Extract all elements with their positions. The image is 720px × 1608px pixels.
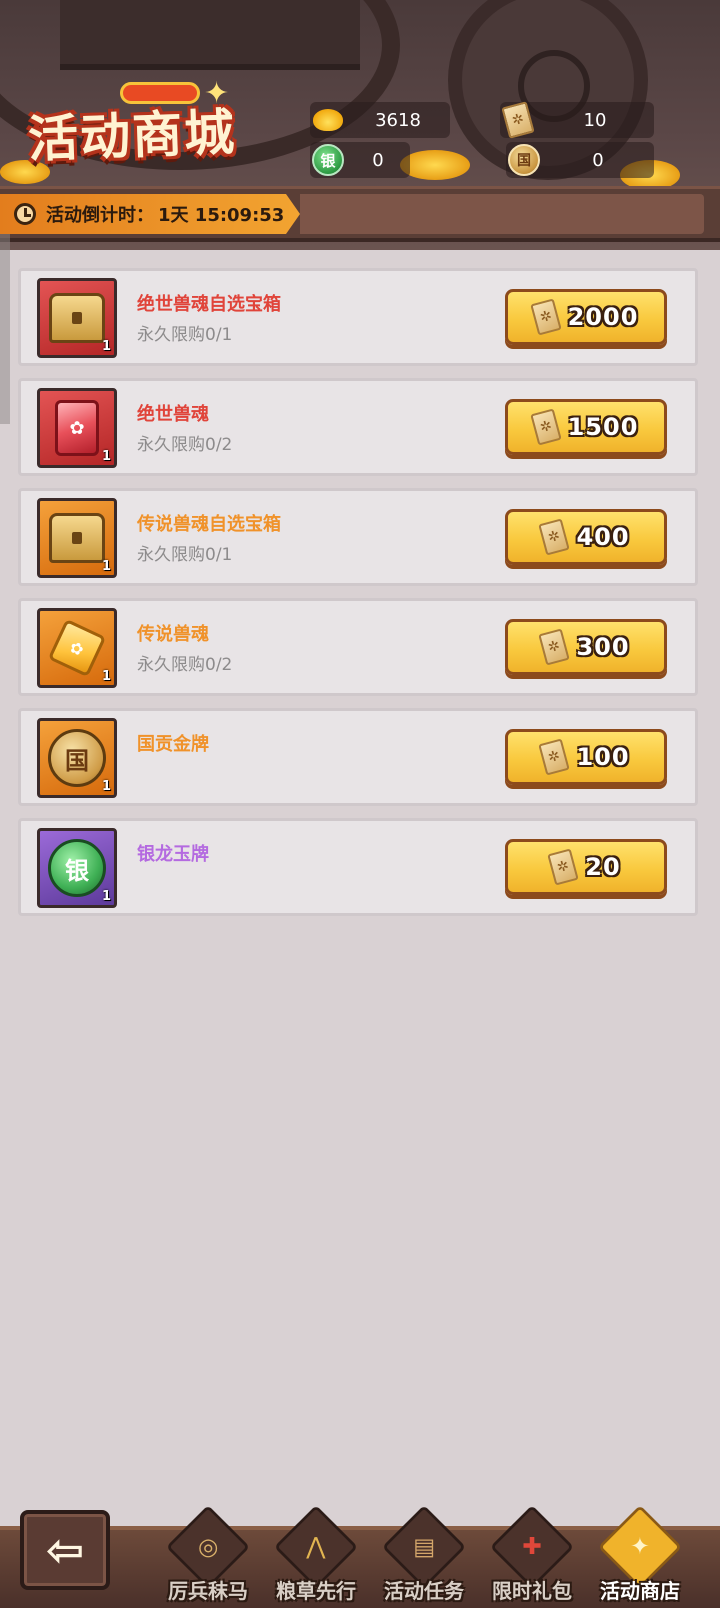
activity-ticket-icon: ✲ <box>538 628 571 666</box>
activity-ticket-icon: ✲ <box>529 408 562 446</box>
buy-button[interactable]: ✲ 20 <box>505 839 667 895</box>
item-purchase-limit: 永久限购0/2 <box>137 435 233 455</box>
item-quantity: 1 <box>101 889 111 904</box>
item-quantity: 1 <box>101 669 111 684</box>
tab-label: 活动任务 <box>384 1579 464 1603</box>
item-quantity: 1 <box>101 339 111 354</box>
shop-item: 银 1 银龙玉牌 ✲ 20 <box>18 818 698 916</box>
item-icon-frame[interactable]: 1 <box>37 498 117 578</box>
item-icon-frame[interactable]: 国 1 <box>37 718 117 798</box>
currency-silver-dragon-medal: 银 0 <box>310 142 410 178</box>
countdown-label: 活动倒计时： <box>46 205 154 226</box>
currency-value: 10 <box>583 109 607 131</box>
tab-activity-tasks[interactable]: ▤ 活动任务 <box>370 1504 478 1608</box>
silver-dragon-medal-icon: 银 <box>310 142 346 178</box>
buy-button[interactable]: ✲ 100 <box>505 729 667 785</box>
clock-icon <box>14 203 36 225</box>
tab-label: 限时礼包 <box>492 1579 572 1603</box>
gold-ingot-icon <box>310 102 346 138</box>
back-arrow-icon: ⇦ <box>45 1523 85 1577</box>
tab-activity-shop[interactable]: ✦ 活动商店 <box>586 1504 694 1608</box>
item-purchase-limit: 永久限购0/1 <box>137 325 233 345</box>
tab-training[interactable]: ◎ 厉兵秣马 <box>154 1504 262 1608</box>
tab-limited-gift[interactable]: ✚ 限时礼包 <box>478 1504 586 1608</box>
shop-item: ✿ 1 传说兽魂 永久限购0/2 ✲ 300 <box>18 598 698 696</box>
currency-value: 0 <box>592 149 604 171</box>
chest-icon <box>49 293 105 343</box>
national-gold-medal-icon: 国 <box>506 142 542 178</box>
buy-button[interactable]: ✲ 400 <box>505 509 667 565</box>
item-name: 传说兽魂 <box>137 624 209 645</box>
item-name: 传说兽魂自选宝箱 <box>137 514 281 535</box>
gold-ingot-decoration <box>400 150 470 180</box>
item-name: 绝世兽魂 <box>137 404 209 425</box>
chest-icon <box>49 513 105 563</box>
currency-gold-ingot: 3618 <box>310 102 450 138</box>
price-value: 1500 <box>567 413 639 441</box>
price-value: 20 <box>585 853 621 881</box>
shop-item: 国 1 国贡金牌 ✲ 100 <box>18 708 698 806</box>
activity-ticket-icon: ✲ <box>529 298 562 336</box>
price-value: 2000 <box>567 303 639 331</box>
item-icon-frame[interactable]: 1 <box>37 278 117 358</box>
buy-button[interactable]: ✲ 2000 <box>505 289 667 345</box>
countdown-banner: 活动倒计时： 1天 15:09:53 <box>0 194 300 234</box>
price-value: 300 <box>576 633 630 661</box>
background-shelf <box>60 0 360 70</box>
shop-item-list: 1 绝世兽魂自选宝箱 永久限购0/1 ✲ 2000 ✿ 1 绝世兽魂 永久限购0… <box>18 268 698 928</box>
page-title: 活动商城 <box>27 103 238 169</box>
tab-label: 厉兵秣马 <box>168 1579 248 1603</box>
currency-national-gold-medal: 国 0 <box>506 142 654 178</box>
orange-beast-soul-gem-icon: ✿ <box>47 618 107 678</box>
buy-button[interactable]: ✲ 1500 <box>505 399 667 455</box>
item-quantity: 1 <box>101 779 111 794</box>
item-icon-frame[interactable]: ✿ 1 <box>37 388 117 468</box>
currency-value: 0 <box>372 149 384 171</box>
red-beast-soul-gem-icon: ✿ <box>55 400 99 456</box>
shop-item: ✿ 1 绝世兽魂 永久限购0/2 ✲ 1500 <box>18 378 698 476</box>
back-button[interactable]: ⇦ <box>20 1510 110 1590</box>
scroll-edge-indicator <box>0 234 10 424</box>
currency-activity-ticket: ✲ 10 <box>500 101 654 139</box>
activity-ticket-icon: ✲ <box>500 101 536 139</box>
item-name: 国贡金牌 <box>137 734 209 755</box>
national-gold-medal-icon: 国 <box>48 729 106 787</box>
item-name: 绝世兽魂自选宝箱 <box>137 294 281 315</box>
shop-item: 1 绝世兽魂自选宝箱 永久限购0/1 ✲ 2000 <box>18 268 698 366</box>
currency-value: 3618 <box>375 109 421 131</box>
buy-button[interactable]: ✲ 300 <box>505 619 667 675</box>
price-value: 400 <box>576 523 630 551</box>
tab-label: 活动商店 <box>600 1579 680 1603</box>
shop-item: 1 传说兽魂自选宝箱 永久限购0/1 ✲ 400 <box>18 488 698 586</box>
countdown-bar-extension <box>300 194 704 234</box>
item-icon-frame[interactable]: ✿ 1 <box>37 608 117 688</box>
price-value: 100 <box>576 743 630 771</box>
item-quantity: 1 <box>101 449 111 464</box>
tab-label: 粮草先行 <box>276 1579 356 1603</box>
item-purchase-limit: 永久限购0/2 <box>137 655 233 675</box>
activity-ticket-icon: ✲ <box>538 518 571 556</box>
activity-ticket-icon: ✲ <box>547 848 580 886</box>
activity-ticket-icon: ✲ <box>538 738 571 776</box>
item-purchase-limit: 永久限购0/1 <box>137 545 233 565</box>
item-name: 银龙玉牌 <box>137 844 209 865</box>
silver-dragon-medal-icon: 银 <box>48 839 106 897</box>
tab-provisions[interactable]: ⋀ 粮草先行 <box>262 1504 370 1608</box>
countdown-value: 1天 15:09:53 <box>158 205 285 226</box>
item-quantity: 1 <box>101 559 111 574</box>
item-icon-frame[interactable]: 银 1 <box>37 828 117 908</box>
